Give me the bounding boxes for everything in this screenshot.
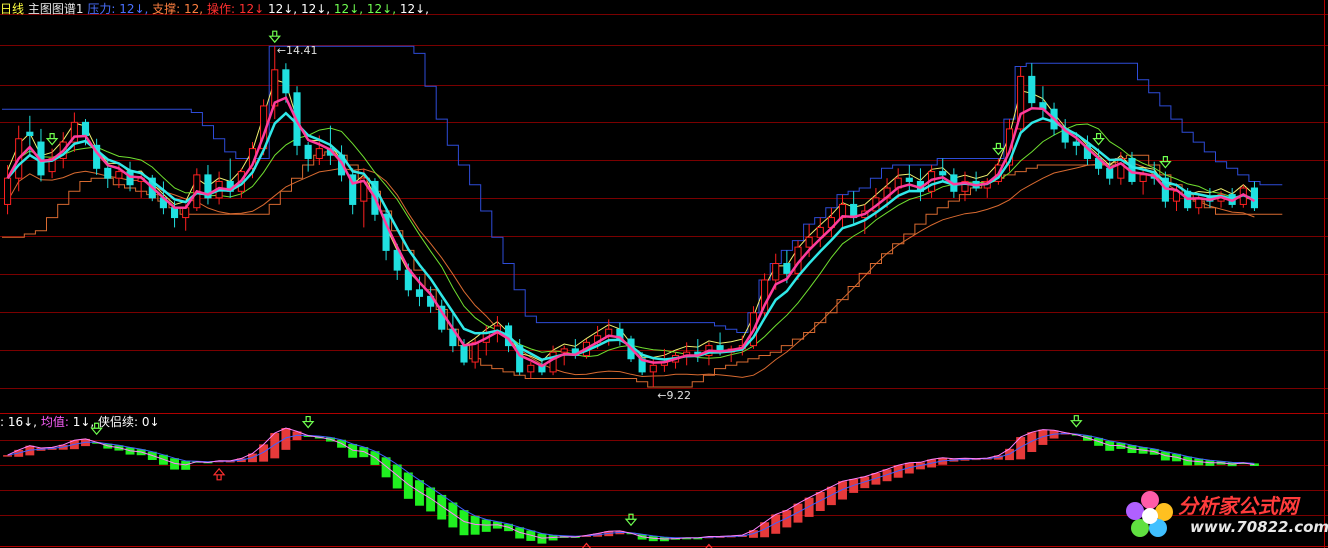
sub-first-value: : 16↓, — [0, 415, 37, 429]
sub-bar-74 — [826, 486, 836, 506]
watermark-url: www.70822.com — [1190, 518, 1328, 536]
continue-label: 侠侣续: — [98, 415, 139, 429]
sub-bar-92 — [1027, 432, 1037, 453]
candle-body-81 — [905, 177, 913, 182]
candle-body-2 — [26, 131, 34, 136]
sell-arrow-icon-1 — [268, 30, 282, 44]
sub-bar-71 — [793, 503, 803, 523]
avg-label: 均值: — [40, 415, 69, 429]
buy-arrow-icon-19 — [212, 467, 226, 481]
sub-bar-25 — [281, 428, 291, 450]
buy-arrow-icon-52 — [581, 542, 592, 548]
operate-label: 操作: — [206, 2, 235, 16]
sub-bar-40 — [448, 502, 458, 528]
watermark-name: 分析家公式网 — [1178, 494, 1298, 518]
sell-signal-icon-27 — [301, 415, 315, 429]
candle-body-25 — [282, 69, 290, 94]
sub-bar-37 — [415, 480, 424, 506]
candle-body-84 — [939, 171, 947, 176]
signal-markers — [45, 30, 1172, 169]
sub-bar-93 — [1038, 429, 1048, 445]
candle-body-27 — [304, 144, 312, 159]
flower-logo-icon — [1126, 491, 1173, 537]
sub-bar-39 — [437, 494, 447, 520]
site-watermark: 分析家公式网 www.70822.com — [1122, 486, 1328, 544]
pressure-label: 压力: — [87, 2, 116, 16]
period-label[interactable]: 日线 — [0, 2, 24, 16]
sub-bar-75 — [838, 481, 847, 500]
candle-body-72 — [805, 236, 813, 248]
sub-bar-38 — [426, 487, 436, 512]
candlestick-series — [4, 46, 1258, 387]
main-chart-header: 日线 主图图谱1 压力: 12↓, 支撑: 12, 操作: 12↓ 12↓, 1… — [0, 2, 429, 16]
value-5: 12↓, — [399, 2, 429, 16]
sub-chart-header: : 16↓, 均值: 1↓, 侠侣续: 0↓ — [0, 415, 160, 429]
sub-bar-35 — [392, 464, 402, 489]
sub-bar-34 — [381, 457, 391, 478]
value-1: 12↓, — [267, 2, 298, 16]
chart-canvas[interactable]: ←14.41 ←9.22 — [0, 0, 1328, 548]
candle-body-7 — [81, 121, 90, 136]
candle-body-49 — [549, 351, 557, 373]
operate-value: 12↓ — [238, 2, 265, 16]
avg-value: 1↓, — [72, 415, 95, 429]
sub-bar-36 — [403, 472, 413, 499]
candle-body-37 — [415, 289, 424, 297]
candle-body-9 — [104, 167, 112, 179]
sub-bar-73 — [815, 492, 825, 512]
indicator-lines — [2, 45, 1283, 388]
sub-oscillator-line — [7, 427, 1255, 540]
candle-body-102 — [1139, 174, 1147, 182]
chart-title[interactable]: 主图图谱1 — [28, 2, 84, 16]
candle-body-41 — [460, 345, 468, 363]
candle-body-47 — [527, 364, 535, 373]
candle-body-15 — [170, 207, 179, 219]
sub-bar-42 — [470, 515, 480, 535]
sell-arrow-icon-2 — [992, 142, 1005, 156]
sub-bar-0 — [3, 455, 13, 457]
value-3: 12↓, — [333, 2, 364, 16]
candle-body-99 — [1106, 167, 1114, 179]
sub-bar-72 — [804, 497, 814, 517]
candle-body-96 — [1072, 141, 1080, 146]
green-band-line — [7, 123, 1255, 359]
support-value: 12, — [184, 2, 204, 16]
sub-bar-43 — [481, 519, 491, 532]
value-2: 12↓, — [300, 2, 331, 16]
sell-signal-icon-96 — [1070, 415, 1083, 428]
sub-indicator-panel — [3, 415, 1259, 548]
candle-body-16 — [182, 207, 190, 219]
candle-body-0 — [4, 177, 12, 205]
candle-body-92 — [1028, 75, 1036, 104]
sell-arrow-icon-0 — [45, 133, 59, 146]
candle-body-28 — [315, 148, 323, 159]
support-label: 支撑: — [152, 2, 181, 16]
pressure-value: 12↓, — [119, 2, 149, 16]
high-price-label: ←14.41 — [277, 44, 318, 57]
grid-lines — [0, 0, 1328, 548]
continue-value: 0↓ — [141, 415, 160, 429]
candle-body-69 — [772, 263, 780, 281]
candle-body-10 — [115, 171, 123, 179]
sub-signal-line — [7, 432, 1255, 539]
candle-body-50 — [560, 348, 568, 353]
candle-body-58 — [649, 364, 657, 373]
sub-bar-69 — [771, 514, 781, 534]
sell-arrow-icon-3 — [1159, 156, 1172, 169]
candle-body-70 — [783, 263, 791, 274]
sub-bar-70 — [782, 510, 792, 528]
value-4: 12↓, — [366, 2, 397, 16]
low-price-label: ←9.22 — [657, 389, 691, 402]
sell-arrow-icon-4 — [1092, 133, 1105, 146]
